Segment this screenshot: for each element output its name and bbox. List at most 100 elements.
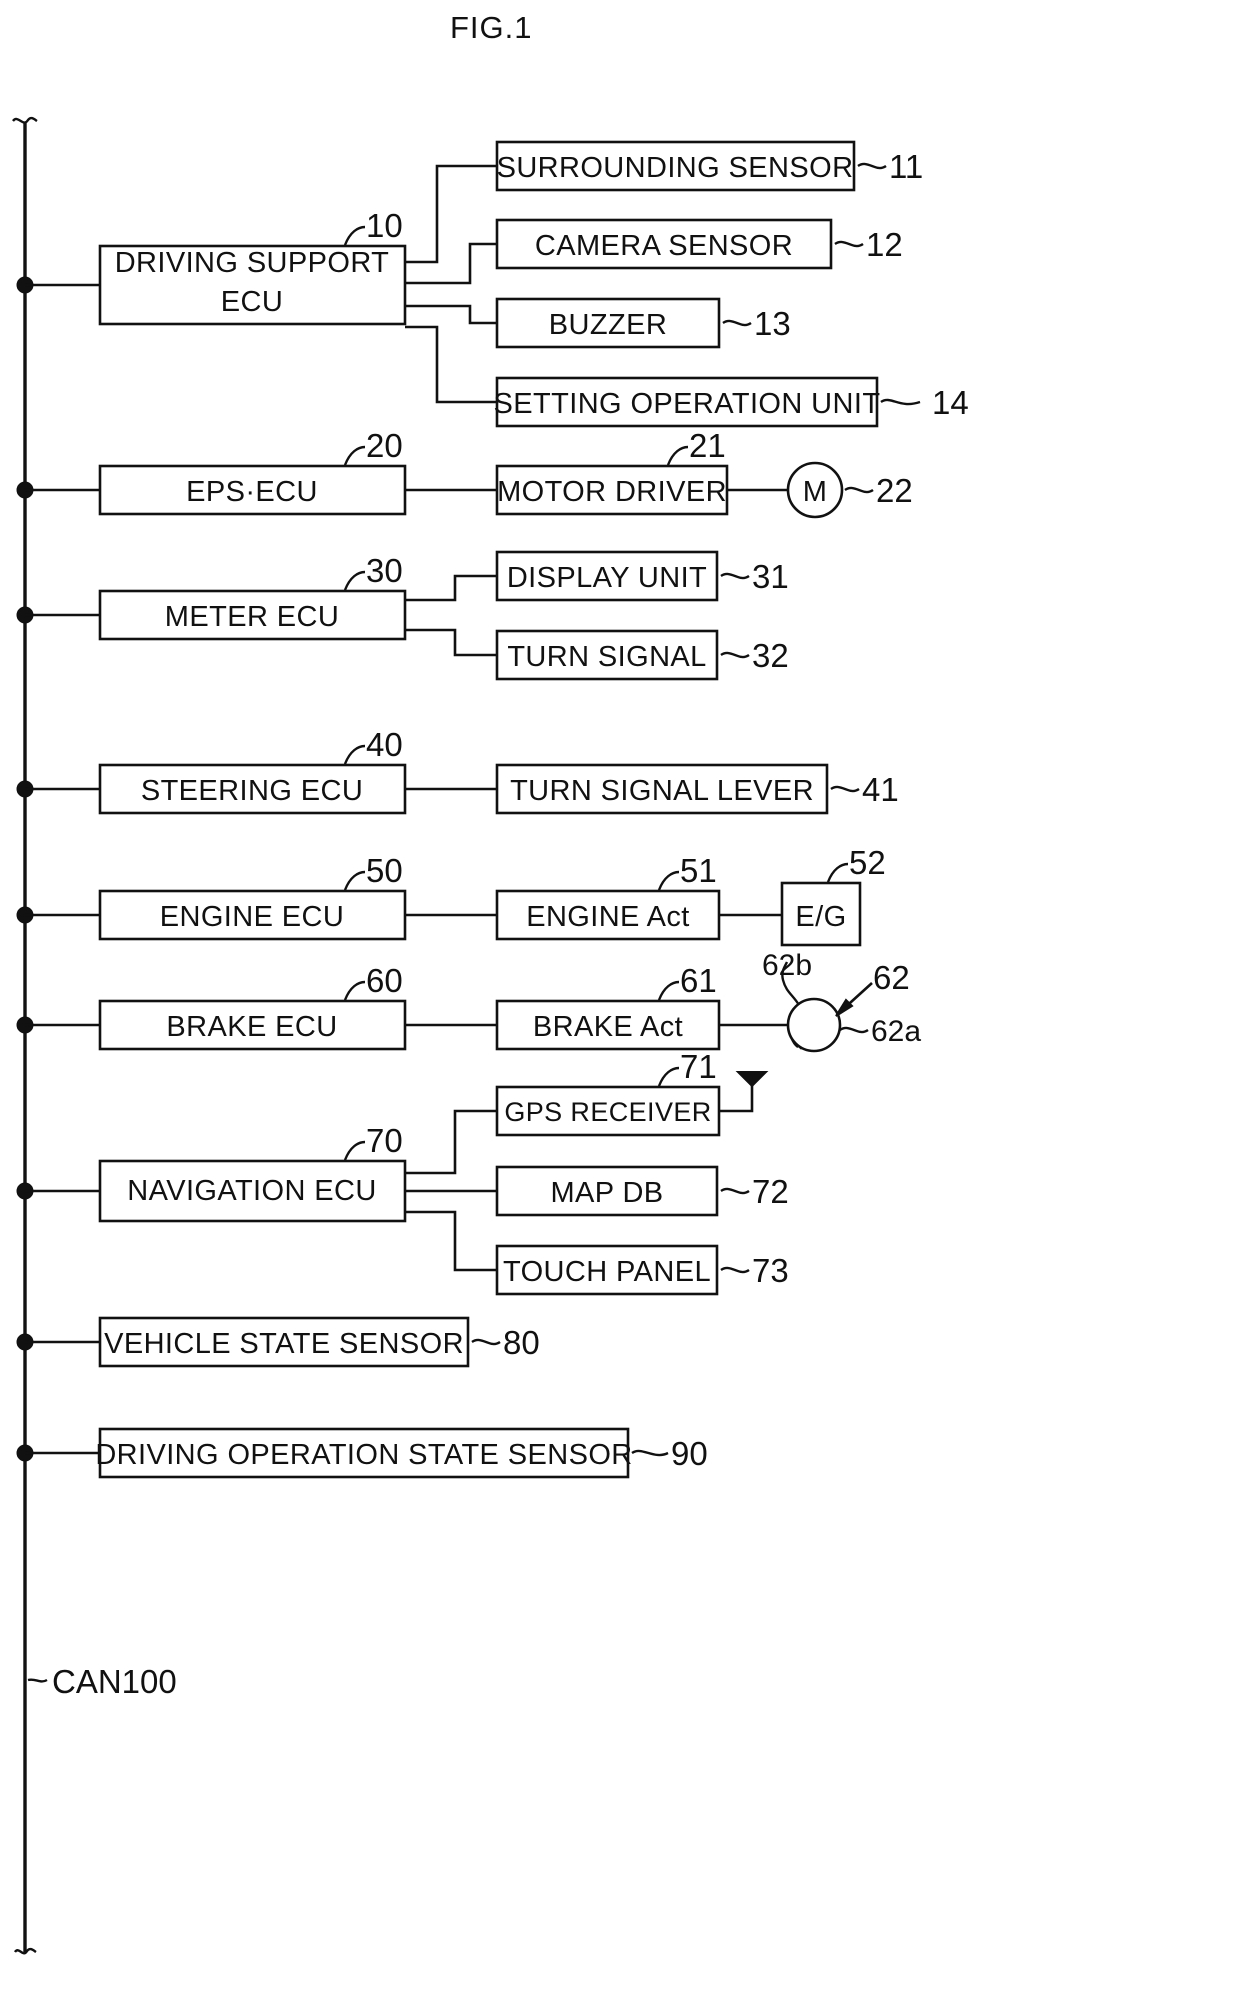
ref-number-12: 12	[866, 226, 903, 263]
group-engine: ENGINE ECU 50 ENGINE Act 51 E/G 52	[98, 844, 886, 947]
figure-title: FIG.1	[450, 10, 533, 45]
setting-operation-unit-label: SETTING OPERATION UNIT	[494, 388, 881, 420]
ref-number-10: 10	[366, 207, 403, 244]
ref-number-52: 52	[849, 844, 886, 881]
ref-lead-10	[343, 225, 366, 246]
patent-figure: FIG.1 CAN100 DRIVING SUPPORT ECU 10 SURR…	[0, 0, 1240, 1991]
group-driving-operation-state-sensor: DRIVING OPERATION STATE SENSOR 90	[95, 1427, 708, 1479]
brake-act-label: BRAKE Act	[533, 1011, 683, 1043]
ref-lead-21	[666, 445, 689, 466]
group-steering: STEERING ECU 40 TURN SIGNAL LEVER 41	[98, 726, 899, 815]
ref-lead-41	[830, 785, 860, 793]
navigation-ecu-label: NAVIGATION ECU	[127, 1175, 376, 1207]
ref-lead-12	[834, 240, 864, 248]
ref-number-40: 40	[366, 726, 403, 763]
wire-ds-to-camera-sensor	[405, 242, 497, 285]
ref-lead-60	[343, 980, 366, 1001]
ref-number-70: 70	[366, 1122, 403, 1159]
antenna-icon	[735, 1071, 769, 1088]
ref-number-62b: 62b	[762, 949, 812, 982]
ref-lead-72	[720, 1187, 750, 1195]
motor-label: M	[803, 476, 828, 508]
engine-act-label: ENGINE Act	[526, 901, 690, 933]
group-vehicle-state-sensor: VEHICLE STATE SENSOR 80	[98, 1316, 540, 1368]
ref-number-30: 30	[366, 552, 403, 589]
eps-ecu-label: EPS·ECU	[186, 476, 318, 508]
wire-ds-to-surrounding-sensor	[405, 164, 497, 264]
wire-ds-to-buzzer	[405, 304, 497, 325]
motor-driver-label: MOTOR DRIVER	[497, 476, 727, 508]
wire-meter-to-display-unit	[405, 574, 497, 602]
block-diagram-canvas: FIG.1 CAN100 DRIVING SUPPORT ECU 10 SURR…	[12, 10, 969, 1955]
ref-number-11: 11	[889, 148, 923, 185]
ref-lead-62a	[839, 1026, 869, 1034]
group-meter: METER ECU 30 DISPLAY UNIT 31 TURN SIGNAL…	[98, 550, 789, 681]
ref-lead-61	[657, 980, 680, 1001]
ref-number-61: 61	[680, 962, 717, 999]
wire-ds-to-setting-operation-unit	[405, 325, 497, 404]
group-brake: BRAKE ECU 60 BRAKE Act 61 62b 62 62a	[98, 949, 921, 1053]
engine-ecu-label: ENGINE ECU	[160, 901, 344, 933]
engine-label: E/G	[795, 901, 846, 933]
group-driving-support: DRIVING SUPPORT ECU 10 SURROUNDING SENSO…	[98, 140, 969, 428]
ref-number-50: 50	[366, 852, 403, 889]
driving-operation-state-sensor-label: DRIVING OPERATION STATE SENSOR	[95, 1439, 632, 1471]
vehicle-state-sensor-label: VEHICLE STATE SENSOR	[104, 1328, 464, 1360]
driving-support-ecu-label-line1: DRIVING SUPPORT	[115, 247, 390, 279]
ref-lead-90	[631, 1449, 669, 1457]
ref-lead-51	[657, 870, 680, 891]
ref-lead-31	[720, 572, 750, 580]
ref-number-13: 13	[754, 305, 791, 342]
wire-gps-to-antenna	[719, 1085, 754, 1113]
ref-lead-22	[844, 486, 874, 494]
ref-lead-70	[343, 1140, 366, 1161]
ref-number-51: 51	[680, 852, 717, 889]
ref-number-72: 72	[752, 1173, 789, 1210]
ref-number-22: 22	[876, 472, 913, 509]
ref-number-31: 31	[752, 558, 789, 595]
wire-nav-to-gps-receiver	[405, 1109, 497, 1175]
ref-number-14: 14	[932, 384, 969, 421]
ref-lead-32	[720, 651, 750, 659]
touch-panel-label: TOUCH PANEL	[503, 1256, 711, 1288]
ref-lead-71	[657, 1066, 680, 1087]
wire-meter-to-turn-signal	[405, 628, 497, 657]
buzzer-label: BUZZER	[549, 309, 667, 341]
ref-lead-52	[826, 862, 849, 883]
wire-nav-to-touch-panel	[405, 1210, 497, 1272]
ref-number-62a: 62a	[871, 1015, 921, 1048]
gps-receiver-label: GPS RECEIVER	[504, 1097, 711, 1127]
ref-arrow-62-head	[835, 998, 854, 1017]
brake-ecu-label: BRAKE ECU	[166, 1011, 337, 1043]
steering-ecu-label: STEERING ECU	[141, 775, 363, 807]
can-bus-label-lead	[27, 1678, 48, 1683]
ref-number-71: 71	[680, 1048, 717, 1085]
display-unit-label: DISPLAY UNIT	[507, 562, 707, 594]
ref-lead-14	[880, 398, 921, 406]
meter-ecu-label: METER ECU	[165, 601, 339, 633]
map-db-label: MAP DB	[550, 1177, 663, 1209]
ref-number-32: 32	[752, 637, 789, 674]
ref-number-80: 80	[503, 1324, 540, 1361]
group-navigation: NAVIGATION ECU 70 GPS RECEIVER 71 MAP DB…	[98, 1048, 789, 1296]
ref-lead-80	[471, 1338, 501, 1346]
turn-signal-label: TURN SIGNAL	[507, 641, 706, 673]
ref-number-90: 90	[671, 1435, 708, 1472]
ref-number-21: 21	[689, 427, 726, 464]
wheel-icon[interactable]	[786, 997, 842, 1053]
ref-number-41: 41	[862, 771, 899, 808]
surrounding-sensor-label: SURROUNDING SENSOR	[497, 152, 854, 184]
group-eps: EPS·ECU 20 MOTOR DRIVER 21 M 22	[98, 427, 913, 519]
ref-lead-73	[720, 1266, 750, 1274]
ref-number-62: 62	[873, 959, 910, 996]
ref-lead-40	[343, 744, 366, 765]
can-bus-label: CAN100	[52, 1663, 177, 1700]
can-bus-top-terminator	[12, 116, 38, 124]
ref-number-20: 20	[366, 427, 403, 464]
ref-lead-11	[857, 162, 887, 170]
turn-signal-lever-label: TURN SIGNAL LEVER	[510, 775, 814, 807]
ref-lead-50	[343, 870, 366, 891]
ref-number-60: 60	[366, 962, 403, 999]
ref-lead-13	[722, 319, 752, 327]
camera-sensor-label: CAMERA SENSOR	[535, 230, 793, 262]
